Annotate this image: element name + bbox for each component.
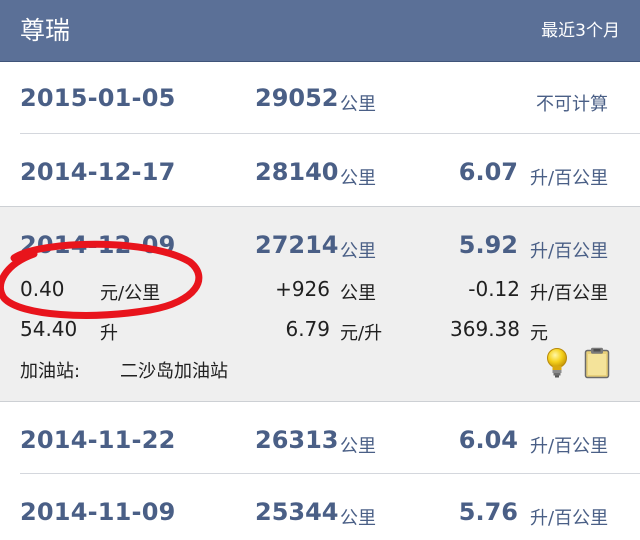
price-per-liter-unit: 元/升 <box>340 323 383 344</box>
consumption-not-computable: 不可计算 <box>536 94 608 115</box>
time-range-filter-button[interactable]: 最近3个月 <box>541 19 620 43</box>
record-date: 2014-12-17 <box>20 158 176 186</box>
fuel-record-row[interactable]: 2015-01-05 29052 公里 不可计算 <box>0 62 640 134</box>
record-consumption: 5.76 <box>458 498 518 526</box>
mileage-unit: 公里 <box>340 241 376 262</box>
consumption-unit: 升/百公里 <box>530 436 609 457</box>
fuel-log-screen: 尊瑞 最近3个月 2015-01-05 29052 公里 不可计算 2014-1… <box>0 0 640 540</box>
record-mileage: 29052 <box>255 84 339 112</box>
consumption-unit: 升/百公里 <box>530 241 609 262</box>
mileage-unit: 公里 <box>340 168 376 189</box>
mileage-unit: 公里 <box>340 508 376 529</box>
mileage-delta-unit: 公里 <box>340 283 376 304</box>
station-name: 二沙岛加油站 <box>120 361 228 382</box>
fuel-volume-value: 54.40 <box>20 317 78 341</box>
nav-bar: 尊瑞 最近3个月 <box>0 0 640 62</box>
mileage-unit: 公里 <box>340 436 376 457</box>
record-mileage: 27214 <box>255 231 339 259</box>
station-label: 加油站: <box>20 361 81 382</box>
record-consumption: 6.07 <box>458 158 518 186</box>
record-date: 2014-11-22 <box>20 426 176 454</box>
fuel-volume-unit: 升 <box>100 323 118 344</box>
total-cost-unit: 元 <box>530 323 548 344</box>
record-consumption: 5.92 <box>458 231 518 259</box>
cost-per-km-unit: 元/公里 <box>100 283 161 304</box>
page-title: 尊瑞 <box>20 16 71 45</box>
clipboard-icon[interactable] <box>584 347 610 379</box>
consumption-delta-value: -0.12 <box>468 277 520 301</box>
fuel-record-row[interactable]: 2014-11-22 26313 公里 6.04 升/百公里 <box>0 402 640 474</box>
record-mileage: 28140 <box>255 158 339 186</box>
fuel-record-row[interactable]: 2014-12-17 28140 公里 6.07 升/百公里 <box>0 134 640 206</box>
record-date: 2015-01-05 <box>20 84 176 112</box>
record-date: 2014-11-09 <box>20 498 176 526</box>
total-cost-value: 369.38 <box>450 317 520 341</box>
fuel-record-row[interactable]: 2014-11-09 25344 公里 5.76 升/百公里 <box>0 474 640 540</box>
consumption-unit: 升/百公里 <box>530 168 609 189</box>
record-consumption: 6.04 <box>458 426 518 454</box>
record-mileage: 26313 <box>255 426 339 454</box>
consumption-delta-unit: 升/百公里 <box>530 283 609 304</box>
cost-per-km-value: 0.40 <box>20 277 65 301</box>
consumption-unit: 升/百公里 <box>530 508 609 529</box>
record-date: 2014-12-09 <box>20 231 176 259</box>
price-per-liter-value: 6.79 <box>285 317 330 341</box>
mileage-delta-value: +926 <box>275 277 330 301</box>
lightbulb-icon[interactable] <box>543 347 571 379</box>
fuel-record-row-expanded[interactable]: 2014-12-09 27214 公里 5.92 升/百公里 0.40 元/公里… <box>0 206 640 402</box>
mileage-unit: 公里 <box>340 94 376 115</box>
record-mileage: 25344 <box>255 498 339 526</box>
